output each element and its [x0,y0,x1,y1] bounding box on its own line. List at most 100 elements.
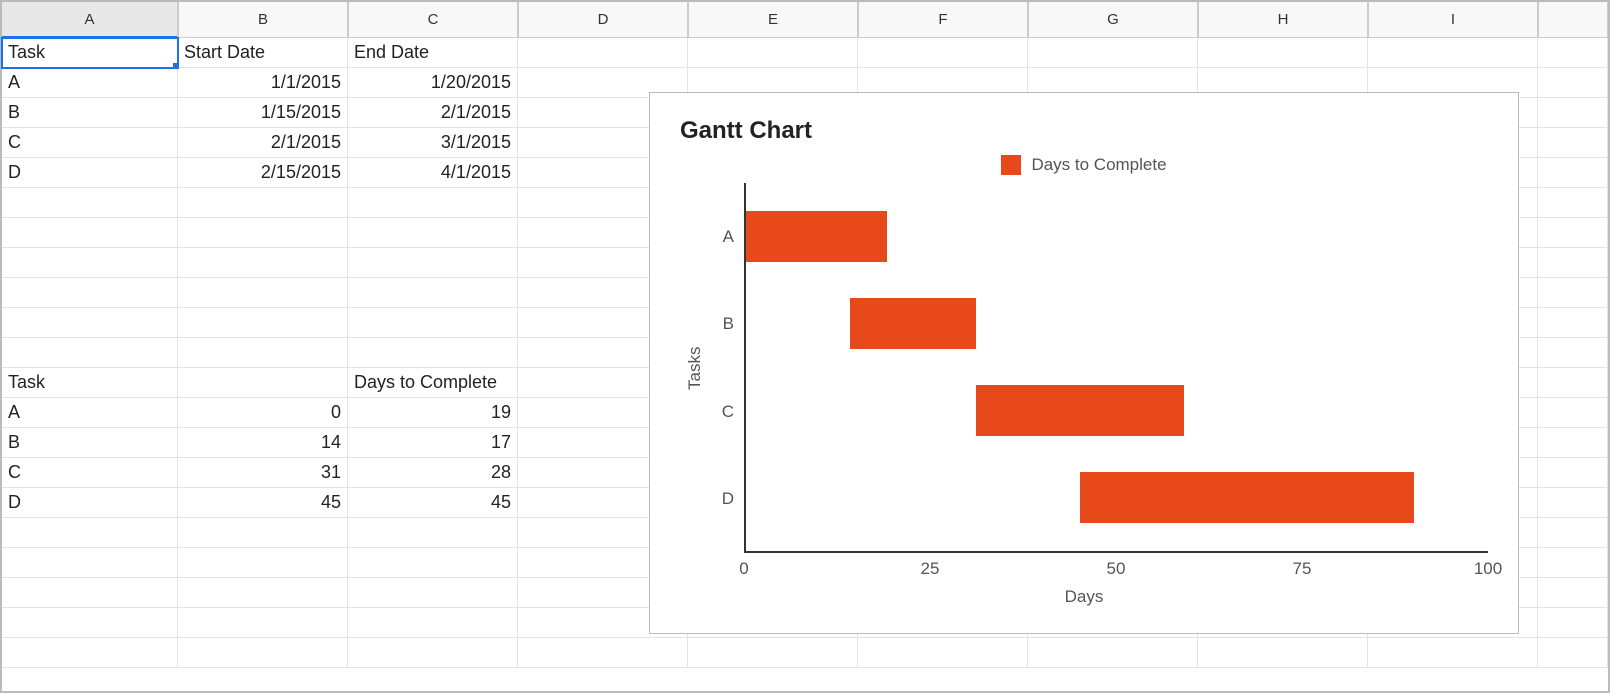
cell-B3[interactable]: 1/15/2015 [178,98,348,128]
cell-x19[interactable] [1538,578,1608,608]
cell-B7[interactable] [178,218,348,248]
gantt-chart-embed[interactable]: Gantt Chart Days to Complete Tasks ABCD … [649,92,1519,634]
cell-x9[interactable] [1538,278,1608,308]
cell-A18[interactable] [2,548,178,578]
cell-x20[interactable] [1538,608,1608,638]
cell-x17[interactable] [1538,518,1608,548]
cell-A8[interactable] [2,248,178,278]
cell-A10[interactable] [2,308,178,338]
cell-x15[interactable] [1538,458,1608,488]
cell-x2[interactable] [1538,68,1608,98]
column-header-F[interactable]: F [858,2,1028,38]
cell-x10[interactable] [1538,308,1608,338]
cell-B11[interactable] [178,338,348,368]
cell-A5[interactable]: D [2,158,178,188]
cell-A17[interactable] [2,518,178,548]
cell-C9[interactable] [348,278,518,308]
cell-B6[interactable] [178,188,348,218]
cell-B15[interactable]: 31 [178,458,348,488]
cell-E21[interactable] [688,638,858,668]
cell-B20[interactable] [178,608,348,638]
cell-x8[interactable] [1538,248,1608,278]
cell-I1[interactable] [1368,38,1538,68]
cell-C12[interactable]: Days to Complete [348,368,518,398]
column-header-E[interactable]: E [688,2,858,38]
cell-A21[interactable] [2,638,178,668]
cell-D21[interactable] [518,638,688,668]
cell-C20[interactable] [348,608,518,638]
cell-x18[interactable] [1538,548,1608,578]
cell-B1[interactable]: Start Date [178,38,348,68]
cell-B9[interactable] [178,278,348,308]
cell-H21[interactable] [1198,638,1368,668]
cell-C11[interactable] [348,338,518,368]
cell-A9[interactable] [2,278,178,308]
cell-x14[interactable] [1538,428,1608,458]
cell-F1[interactable] [858,38,1028,68]
column-header-extra[interactable] [1538,2,1608,38]
cell-C16[interactable]: 45 [348,488,518,518]
cell-x7[interactable] [1538,218,1608,248]
column-header-C[interactable]: C [348,2,518,38]
cell-A15[interactable]: C [2,458,178,488]
cell-x4[interactable] [1538,128,1608,158]
cell-C14[interactable]: 17 [348,428,518,458]
cell-B19[interactable] [178,578,348,608]
cell-D1[interactable] [518,38,688,68]
cell-A11[interactable] [2,338,178,368]
cell-B21[interactable] [178,638,348,668]
cell-B13[interactable]: 0 [178,398,348,428]
cell-B16[interactable]: 45 [178,488,348,518]
cell-C2[interactable]: 1/20/2015 [348,68,518,98]
cell-B5[interactable]: 2/15/2015 [178,158,348,188]
cell-x16[interactable] [1538,488,1608,518]
cell-G1[interactable] [1028,38,1198,68]
cell-A14[interactable]: B [2,428,178,458]
cell-A16[interactable]: D [2,488,178,518]
cell-x13[interactable] [1538,398,1608,428]
column-header-G[interactable]: G [1028,2,1198,38]
cell-x3[interactable] [1538,98,1608,128]
cell-x6[interactable] [1538,188,1608,218]
cell-B12[interactable] [178,368,348,398]
cell-E1[interactable] [688,38,858,68]
column-header-D[interactable]: D [518,2,688,38]
cell-A12[interactable]: Task [2,368,178,398]
column-header-A[interactable]: A [2,2,178,38]
cell-C18[interactable] [348,548,518,578]
cell-C3[interactable]: 2/1/2015 [348,98,518,128]
cell-C19[interactable] [348,578,518,608]
cell-A13[interactable]: A [2,398,178,428]
column-header-I[interactable]: I [1368,2,1538,38]
cell-A1[interactable]: Task [2,38,178,68]
cell-A2[interactable]: A [2,68,178,98]
cell-A6[interactable] [2,188,178,218]
cell-G21[interactable] [1028,638,1198,668]
cell-B18[interactable] [178,548,348,578]
cell-I21[interactable] [1368,638,1538,668]
cell-x11[interactable] [1538,338,1608,368]
cell-C1[interactable]: End Date [348,38,518,68]
cell-B14[interactable]: 14 [178,428,348,458]
cell-C17[interactable] [348,518,518,548]
cell-C7[interactable] [348,218,518,248]
cell-H1[interactable] [1198,38,1368,68]
cell-B10[interactable] [178,308,348,338]
cell-C4[interactable]: 3/1/2015 [348,128,518,158]
cell-C8[interactable] [348,248,518,278]
cell-A4[interactable]: C [2,128,178,158]
column-header-B[interactable]: B [178,2,348,38]
cell-A7[interactable] [2,218,178,248]
cell-C5[interactable]: 4/1/2015 [348,158,518,188]
cell-C10[interactable] [348,308,518,338]
cell-A19[interactable] [2,578,178,608]
cell-B8[interactable] [178,248,348,278]
cell-C21[interactable] [348,638,518,668]
cell-A20[interactable] [2,608,178,638]
column-header-H[interactable]: H [1198,2,1368,38]
cell-x5[interactable] [1538,158,1608,188]
cell-x12[interactable] [1538,368,1608,398]
cell-F21[interactable] [858,638,1028,668]
cell-C13[interactable]: 19 [348,398,518,428]
cell-B17[interactable] [178,518,348,548]
